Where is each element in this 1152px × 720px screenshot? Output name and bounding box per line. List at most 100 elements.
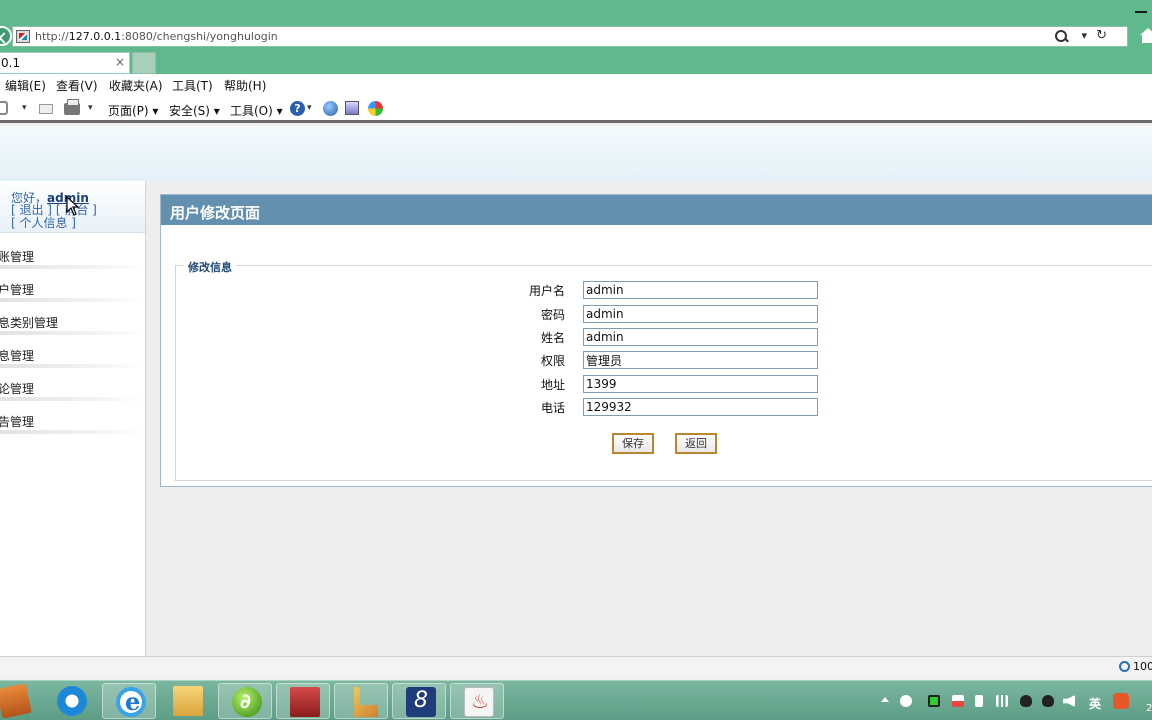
sidebar-item-info-categories[interactable]: 息类别管理 bbox=[0, 304, 145, 337]
notebook-icon bbox=[0, 683, 32, 719]
tools-icon bbox=[354, 687, 378, 717]
qq-penguin-icon[interactable] bbox=[1042, 695, 1054, 707]
home-icon[interactable] bbox=[1138, 28, 1152, 44]
print-dropdown-icon[interactable]: ▾ bbox=[88, 103, 93, 113]
chevron-down-icon[interactable]: ▾ bbox=[1081, 29, 1087, 42]
sidebar-item-info[interactable]: 息管理 bbox=[0, 337, 145, 370]
taskbar-internet-explorer[interactable] bbox=[102, 683, 156, 719]
menu-edit[interactable]: 编辑(E) bbox=[5, 77, 46, 94]
taskbar-tools[interactable] bbox=[334, 683, 388, 719]
window-title-bar bbox=[0, 0, 1152, 22]
main-title-bar: 用户修改页面 bbox=[161, 195, 1152, 225]
password-label: 密码 bbox=[540, 308, 565, 322]
save-button[interactable]: 保存 bbox=[612, 433, 654, 454]
web-page: 您好，admin [ 退出 ] [ 前台 ] [ 个人信息 ] 账管理 户管理 … bbox=[0, 126, 1152, 656]
dreamweaver-icon bbox=[232, 687, 262, 717]
java-icon bbox=[464, 687, 494, 717]
sidebar-item-label: 户管理 bbox=[0, 283, 35, 297]
page-favicon-icon bbox=[16, 30, 30, 43]
clock[interactable]: 2 bbox=[1146, 703, 1152, 714]
sidebar-item-label: 账管理 bbox=[0, 250, 35, 264]
mail-icon[interactable] bbox=[39, 104, 53, 114]
research-icon[interactable] bbox=[345, 101, 359, 115]
back-arrow-icon[interactable] bbox=[0, 26, 12, 46]
page-menu[interactable]: 页面(P) ▾ bbox=[108, 102, 158, 119]
logout-link[interactable]: [ 退出 ] bbox=[11, 203, 52, 217]
sidebar-item-label: 告管理 bbox=[0, 415, 35, 429]
taskbar-notepad[interactable] bbox=[276, 683, 330, 719]
taskbar-qq-browser[interactable] bbox=[44, 683, 98, 719]
phone-input[interactable] bbox=[583, 398, 818, 416]
minimize-button[interactable] bbox=[1134, 3, 1148, 15]
status-bar: 100 bbox=[0, 656, 1152, 676]
new-tab-button[interactable] bbox=[132, 52, 156, 74]
sidebar: 您好，admin [ 退出 ] [ 前台 ] [ 个人信息 ] 账管理 户管理 … bbox=[0, 181, 146, 656]
menu-favorites[interactable]: 收藏夹(A) bbox=[109, 77, 163, 94]
rss-dropdown-icon[interactable]: ▾ bbox=[22, 103, 27, 113]
qq-browser-icon bbox=[57, 686, 87, 716]
edit-form-fieldset: 修改信息 用户名 密码 姓名 权限 地址 电话 保存 返回 bbox=[175, 259, 1152, 481]
action-center-flag-icon[interactable] bbox=[952, 695, 964, 707]
input-method-indicator[interactable]: 英 bbox=[1089, 695, 1101, 712]
menu-tools[interactable]: 工具(T) bbox=[172, 77, 213, 94]
username-label: 用户名 bbox=[528, 284, 565, 298]
phone-label: 电话 bbox=[540, 401, 565, 415]
permission-input[interactable] bbox=[583, 351, 818, 369]
url-path: :8080/chengshi/yonghulogin bbox=[121, 30, 278, 43]
taskbar-notebook[interactable] bbox=[0, 683, 40, 719]
qq-penguin-icon[interactable] bbox=[1020, 695, 1032, 707]
profile-link[interactable]: [ 个人信息 ] bbox=[11, 216, 76, 230]
chat-icon[interactable] bbox=[900, 695, 912, 707]
password-input[interactable] bbox=[583, 305, 818, 323]
url-text[interactable]: http://127.0.0.1:8080/chengshi/yonghulog… bbox=[35, 30, 278, 43]
zoom-icon[interactable] bbox=[1118, 660, 1130, 672]
menu-view[interactable]: 查看(V) bbox=[56, 77, 98, 94]
rss-feed-icon[interactable] bbox=[0, 101, 8, 115]
sidebar-item-label: 论管理 bbox=[0, 382, 35, 396]
menu-bar: 编辑(E) 查看(V) 收藏夹(A) 工具(T) 帮助(H) bbox=[0, 74, 1152, 96]
mouse-cursor-icon bbox=[66, 196, 80, 216]
usb-device-icon[interactable] bbox=[975, 695, 983, 707]
name-label: 姓名 bbox=[540, 331, 565, 345]
send-to-onenote-icon[interactable] bbox=[368, 101, 383, 116]
sidebar-item-announcements[interactable]: 告管理 bbox=[0, 403, 145, 436]
taskbar-eclipse[interactable] bbox=[392, 683, 446, 719]
menu-help[interactable]: 帮助(H) bbox=[224, 77, 266, 94]
internet-explorer-icon bbox=[116, 687, 146, 717]
taskbar-java[interactable] bbox=[450, 683, 504, 719]
tray-expand-icon[interactable] bbox=[881, 697, 889, 702]
command-bar: ▾ ▾ 页面(P) ▾ 安全(S) ▾ 工具(O) ▾ ? ▾ bbox=[0, 96, 1152, 123]
address-input[interactable] bbox=[583, 375, 818, 393]
print-icon[interactable] bbox=[64, 99, 80, 115]
username-input[interactable] bbox=[583, 281, 818, 299]
safety-menu[interactable]: 安全(S) ▾ bbox=[169, 102, 220, 119]
url-prefix: http:// bbox=[35, 30, 69, 43]
sidebar-item-comments[interactable]: 论管理 bbox=[0, 370, 145, 403]
help-icon[interactable]: ? bbox=[290, 101, 305, 116]
monitor-icon[interactable] bbox=[928, 695, 940, 707]
address-bar[interactable]: http://127.0.0.1:8080/chengshi/yonghulog… bbox=[12, 26, 1128, 47]
sidebar-item-label: 息管理 bbox=[0, 349, 35, 363]
refresh-icon[interactable]: ↻ bbox=[1096, 28, 1107, 43]
zoom-level[interactable]: 100 bbox=[1133, 660, 1152, 673]
network-signal-icon[interactable] bbox=[996, 695, 1008, 707]
address-label: 地址 bbox=[540, 378, 565, 392]
taskbar-file-explorer[interactable] bbox=[160, 683, 214, 719]
tab-current[interactable]: 0.1 × bbox=[0, 52, 130, 74]
sidebar-item-accounts[interactable]: 账管理 bbox=[0, 238, 145, 271]
help-dropdown-icon[interactable]: ▾ bbox=[307, 103, 312, 113]
permission-label: 权限 bbox=[540, 354, 565, 368]
search-icon[interactable] bbox=[1053, 29, 1071, 45]
name-input[interactable] bbox=[583, 328, 818, 346]
sogou-input-icon[interactable] bbox=[1113, 693, 1129, 709]
tab-label: 0.1 bbox=[1, 56, 21, 70]
fieldset-legend: 修改信息 bbox=[184, 259, 236, 275]
close-icon[interactable]: × bbox=[115, 55, 125, 69]
taskbar-dreamweaver[interactable] bbox=[218, 683, 272, 719]
sidebar-item-users[interactable]: 户管理 bbox=[0, 271, 145, 304]
folder-icon bbox=[173, 686, 203, 716]
tools-menu[interactable]: 工具(O) ▾ bbox=[230, 102, 283, 119]
page-title: 用户修改页面 bbox=[170, 204, 261, 222]
back-button[interactable]: 返回 bbox=[675, 433, 717, 454]
ie-globe-icon[interactable] bbox=[323, 101, 338, 116]
